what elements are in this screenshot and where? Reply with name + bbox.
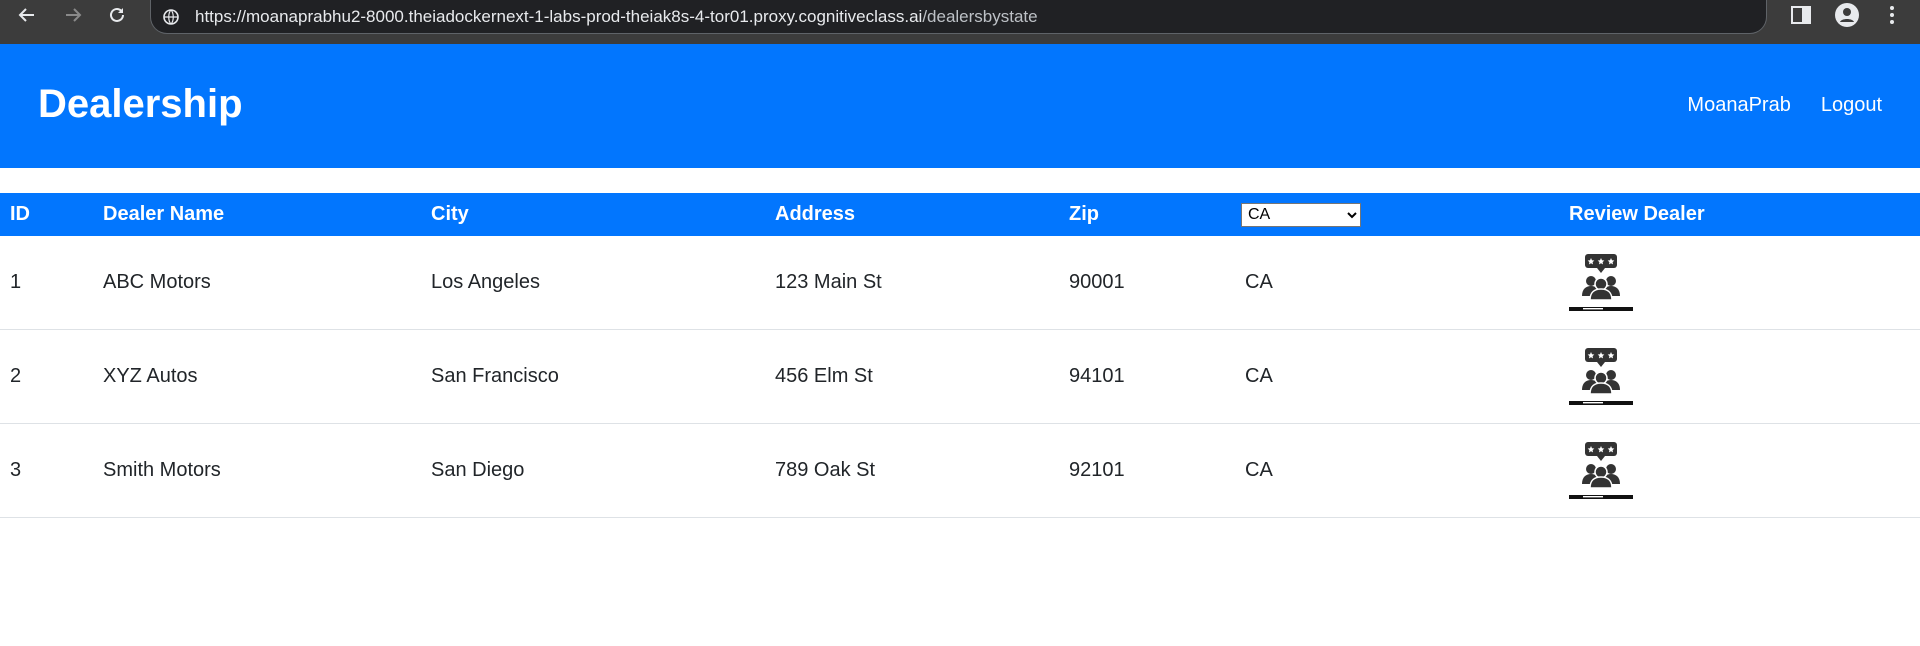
- cell-city: San Diego: [421, 423, 765, 518]
- cell-state: CA: [1235, 329, 1559, 424]
- state-filter-select[interactable]: CA: [1241, 202, 1361, 227]
- logout-link[interactable]: Logout: [1821, 94, 1882, 117]
- app-title[interactable]: Dealership: [38, 82, 243, 127]
- review-dealer-icon[interactable]: [1569, 347, 1633, 406]
- column-header-state: CA: [1235, 193, 1559, 236]
- cell-city: San Francisco: [421, 329, 765, 424]
- cell-zip: 92101: [1059, 423, 1235, 518]
- table-row: 1 ABC Motors Los Angeles 123 Main St 900…: [0, 236, 1920, 330]
- kebab-menu-icon[interactable]: [1880, 0, 1904, 30]
- table-header-row: ID Dealer Name City Address Zip CA Revie…: [0, 193, 1920, 236]
- header-links: MoanaPrab Logout: [1687, 94, 1882, 117]
- cell-zip: 90001: [1059, 236, 1235, 330]
- user-link[interactable]: MoanaPrab: [1687, 94, 1790, 117]
- cell-state: CA: [1235, 236, 1559, 330]
- column-header-city: City: [431, 203, 469, 225]
- table-body: 1 ABC Motors Los Angeles 123 Main St 900…: [0, 236, 1920, 518]
- column-header-address: Address: [775, 203, 856, 225]
- dealers-table: ID Dealer Name City Address Zip CA Revie…: [0, 193, 1920, 518]
- table-row: 2 XYZ Autos San Francisco 456 Elm St 941…: [0, 329, 1920, 424]
- forward-arrow-icon[interactable]: [58, 0, 88, 30]
- cell-dealer-name: Smith Motors: [93, 423, 421, 518]
- app-navbar: Dealership MoanaPrab Logout: [0, 44, 1920, 168]
- url-host: https://moanaprabhu2-8000.theiadockernex…: [195, 6, 923, 26]
- cell-city: Los Angeles: [421, 236, 765, 330]
- review-dealer-icon[interactable]: [1569, 253, 1633, 312]
- cell-state: CA: [1235, 423, 1559, 518]
- reload-icon[interactable]: [102, 0, 132, 30]
- back-arrow-icon[interactable]: [12, 0, 42, 30]
- cell-address: 123 Main St: [765, 236, 1059, 330]
- site-info-icon[interactable]: [161, 7, 181, 27]
- address-bar[interactable]: https://moanaprabhu2-8000.theiadockernex…: [150, 0, 1767, 34]
- cell-id: 2: [0, 329, 93, 424]
- cell-review: [1559, 236, 1920, 330]
- column-header-id: ID: [10, 203, 30, 225]
- cell-dealer-name: ABC Motors: [93, 236, 421, 330]
- column-header-zip: Zip: [1069, 203, 1099, 225]
- cell-review: [1559, 423, 1920, 518]
- dealers-table-container: ID Dealer Name City Address Zip CA Revie…: [0, 193, 1920, 518]
- side-panel-icon[interactable]: [1788, 0, 1814, 30]
- cell-zip: 94101: [1059, 329, 1235, 424]
- profile-icon[interactable]: [1833, 0, 1861, 30]
- review-dealer-icon[interactable]: [1569, 441, 1633, 500]
- cell-id: 3: [0, 423, 93, 518]
- cell-dealer-name: XYZ Autos: [93, 329, 421, 424]
- cell-id: 1: [0, 236, 93, 330]
- cell-review: [1559, 329, 1920, 424]
- column-header-dealer-name: Dealer Name: [103, 203, 225, 225]
- cell-address: 456 Elm St: [765, 329, 1059, 424]
- cell-address: 789 Oak St: [765, 423, 1059, 518]
- column-header-review: Review Dealer: [1569, 203, 1705, 225]
- url-path: /dealersbystate: [922, 6, 1038, 26]
- browser-toolbar: https://moanaprabhu2-8000.theiadockernex…: [0, 0, 1920, 44]
- table-row: 3 Smith Motors San Diego 789 Oak St 9210…: [0, 423, 1920, 518]
- url-text[interactable]: https://moanaprabhu2-8000.theiadockernex…: [195, 7, 1038, 27]
